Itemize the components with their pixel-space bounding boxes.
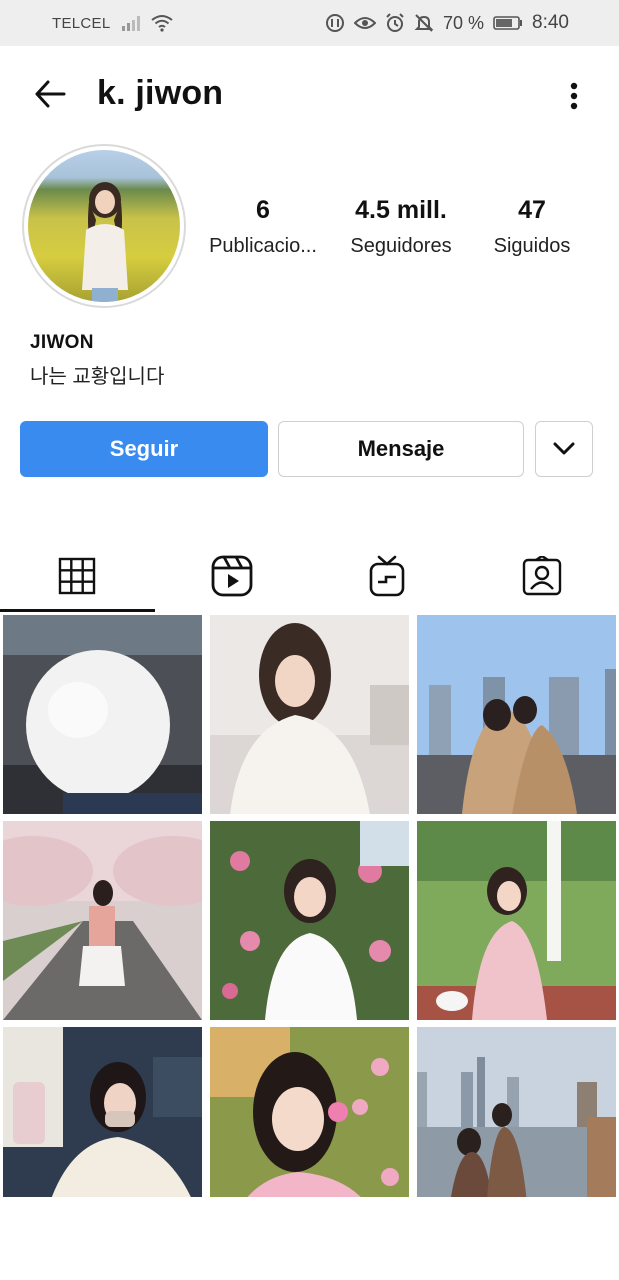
tab-igtv[interactable] xyxy=(310,540,465,612)
battery-icon xyxy=(493,15,523,31)
message-button[interactable]: Mensaje xyxy=(278,421,524,477)
data-saver-icon xyxy=(325,13,345,33)
alarm-icon xyxy=(385,13,405,33)
post-thumbnail[interactable] xyxy=(417,615,616,814)
profile-header: k. jiwon xyxy=(0,46,619,144)
back-button[interactable] xyxy=(32,76,68,112)
mute-icon xyxy=(414,13,434,33)
igtv-icon xyxy=(369,555,405,597)
more-vertical-icon xyxy=(570,82,578,110)
tab-reels[interactable] xyxy=(155,540,310,612)
followers-count: 4.5 mill. xyxy=(355,196,447,224)
clock-time: 8:40 xyxy=(532,12,569,33)
stat-followers[interactable]: 4.5 mill. Seguidores xyxy=(342,196,460,258)
arrow-left-icon xyxy=(35,80,66,108)
carrier-label: TELCEL xyxy=(52,14,111,32)
more-options-button[interactable] xyxy=(560,78,588,114)
followers-label: Seguidores xyxy=(350,235,452,257)
avatar-image xyxy=(28,150,180,302)
chevron-down-icon xyxy=(553,442,575,455)
posts-grid xyxy=(3,615,616,1226)
battery-percent: 70 % xyxy=(442,12,485,33)
post-thumbnail[interactable] xyxy=(210,821,409,1020)
tagged-icon xyxy=(522,556,561,596)
tab-posts[interactable] xyxy=(0,540,155,612)
profile-avatar[interactable] xyxy=(22,144,186,308)
grid-icon xyxy=(59,557,96,595)
post-thumbnail[interactable] xyxy=(210,615,409,814)
profile-username: k. jiwon xyxy=(97,74,224,112)
status-bar: TELCEL 70 % 8:40 xyxy=(0,0,619,46)
post-thumbnail[interactable] xyxy=(3,821,202,1020)
follow-button[interactable]: Seguir xyxy=(20,421,268,477)
tab-tagged[interactable] xyxy=(464,540,619,612)
post-thumbnail[interactable] xyxy=(3,615,202,814)
bottom-area xyxy=(0,1197,619,1280)
stat-following[interactable]: 47 Siguidos xyxy=(480,196,584,258)
signal-icon xyxy=(121,15,141,31)
profile-bio: 나는 교황입니다 xyxy=(30,366,165,388)
stat-posts[interactable]: 6 Publicacio... xyxy=(204,196,322,258)
suggested-accounts-button[interactable] xyxy=(535,421,593,477)
wifi-icon xyxy=(150,14,173,32)
posts-label: Publicacio... xyxy=(209,235,317,257)
following-count: 47 xyxy=(518,196,546,224)
post-thumbnail[interactable] xyxy=(417,821,616,1020)
eye-comfort-icon xyxy=(353,15,376,31)
posts-count: 6 xyxy=(256,196,270,224)
reels-icon xyxy=(211,555,253,597)
following-label: Siguidos xyxy=(493,235,571,257)
profile-name: JIWON xyxy=(30,332,94,353)
profile-tabs xyxy=(0,540,619,612)
